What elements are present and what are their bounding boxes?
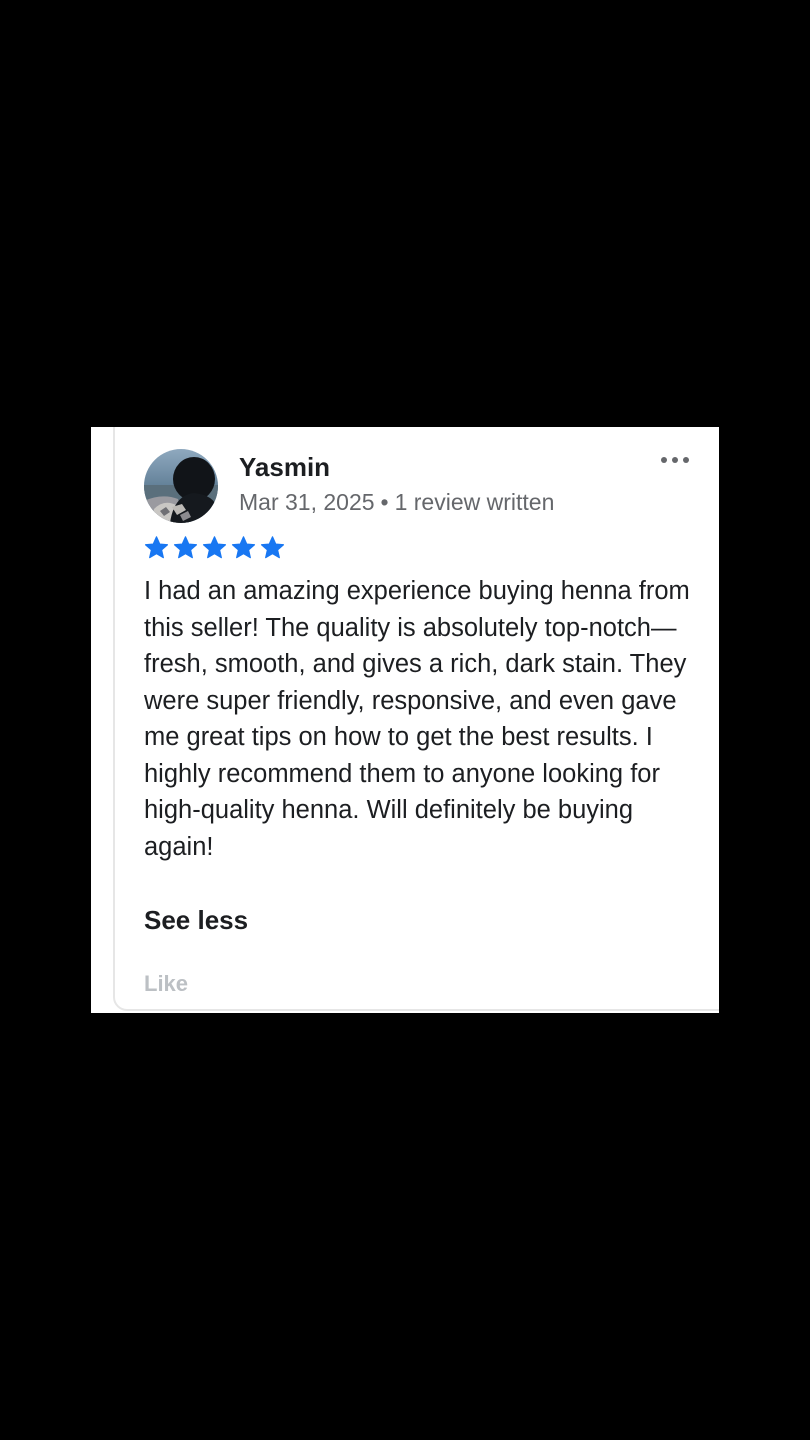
review-text: I had an amazing experience buying henna… [144,577,690,861]
more-options-button[interactable] [657,451,697,471]
see-less-button[interactable]: See less [144,902,248,938]
review-frame: Yasmin Mar 31, 2025 • 1 review written I h… [91,427,719,1013]
avatar[interactable] [144,449,218,523]
star-icon [173,536,198,559]
review-count: 1 review written [394,489,555,515]
star-icon [231,536,256,559]
review-date[interactable]: Mar 31, 2025 [239,489,375,515]
meta-separator: • [380,489,389,515]
star-rating [144,535,285,561]
more-options-icon [661,457,689,463]
star-icon [144,536,169,559]
reviewer-name[interactable]: Yasmin [239,451,330,483]
star-icon [260,536,285,559]
star-icon [202,536,227,559]
review-meta: Mar 31, 2025 • 1 review written [239,487,554,517]
like-button[interactable]: Like [144,970,188,998]
avatar-photo [144,449,218,523]
